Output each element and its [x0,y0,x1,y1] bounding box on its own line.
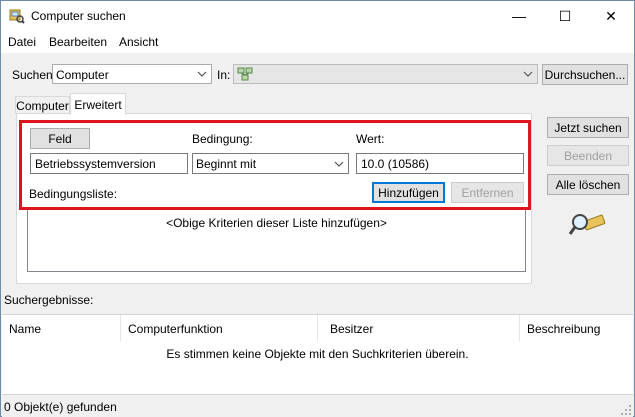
suchen-label: Suchen: [12,68,57,82]
status-bar: 0 Objekt(e) gefunden [2,397,633,417]
column-header-label: Besitzer [330,322,374,336]
status-text: 0 Objekt(e) gefunden [4,400,117,414]
list-placeholder: <Obige Kriterien dieser Liste hinzufügen… [166,216,387,230]
highlight-frame [19,120,531,210]
suchen-value: Computer [56,68,109,82]
menu-bearbeiten[interactable]: Bearbeiten [49,35,107,49]
maximize-icon: ☐ [558,7,572,24]
find-computers-window: Computer suchen — ☐ ✕ Datei Bearbeiten A… [0,0,635,417]
in-label: In: [217,68,231,82]
condition-list[interactable]: <Obige Kriterien dieser Liste hinzufügen… [27,207,526,272]
close-icon: ✕ [605,7,617,24]
clear-all-label: Alle löschen [555,177,621,192]
search-now-label: Jetzt suchen [554,120,622,135]
close-button[interactable]: ✕ [588,1,634,31]
column-header-computerfunktion[interactable]: Computerfunktion [121,315,317,341]
column-header-label: Name [9,322,42,336]
find-computer-icon [9,9,25,24]
minimize-button[interactable]: — [496,1,542,31]
chevron-down-icon [523,71,533,77]
clear-all-button[interactable]: Alle löschen [547,174,629,195]
tab-computer[interactable]: Computer [15,96,70,114]
title-bar: Computer suchen — ☐ ✕ [1,1,634,31]
column-header-label: Computerfunktion [128,322,223,336]
resize-grip-icon[interactable] [620,404,632,416]
suchen-combo[interactable]: Computer [52,64,212,84]
tab-label: Computer [16,98,69,113]
results-list[interactable]: Name Computerfunktion Besitzer Beschreib… [2,314,633,395]
tab-label: Erweitert [74,97,122,112]
magnifier-icon [568,214,606,235]
chevron-down-icon [197,71,207,77]
column-header-besitzer[interactable]: Besitzer [318,315,519,341]
results-label: Suchergebnisse: [4,293,94,307]
window-title: Computer suchen [31,9,126,23]
minimize-icon: — [512,8,526,24]
network-icon [237,67,253,81]
search-now-button[interactable]: Jetzt suchen [547,117,629,138]
browse-button[interactable]: Durchsuchen... [542,64,628,85]
menu-datei[interactable]: Datei [8,35,36,49]
menu-ansicht[interactable]: Ansicht [119,35,158,49]
menu-bar: Datei Bearbeiten Ansicht [1,31,634,53]
column-header-beschreibung[interactable]: Beschreibung [520,315,632,341]
maximize-button[interactable]: ☐ [542,1,588,31]
in-combo[interactable] [233,64,538,84]
empty-results-message: Es stimmen keine Objekte mit den Suchkri… [166,347,469,361]
stop-button[interactable]: Beenden [547,145,629,166]
column-header-name[interactable]: Name [2,315,120,341]
tab-erweitert[interactable]: Erweitert [70,93,126,115]
stop-label: Beenden [563,148,613,163]
column-header-label: Beschreibung [527,322,601,336]
